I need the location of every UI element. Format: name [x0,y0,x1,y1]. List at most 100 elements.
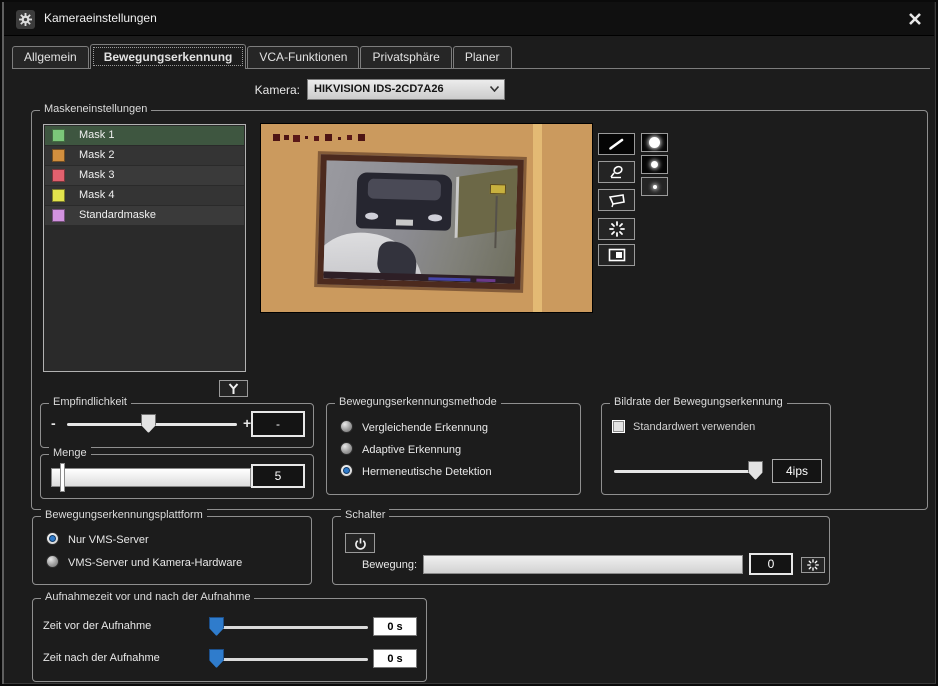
tab-bar: Allgemein Bewegungserkennung VCA-Funktio… [12,44,930,69]
detection-method-legend: Bewegungserkennungsmethode [335,396,501,408]
recording-time-group: Aufnahmezeit vor und nach der Aufnahme Z… [32,591,427,682]
refresh-button[interactable] [598,218,635,240]
sensitivity-value-box: - [251,411,305,437]
pen-icon [608,138,623,150]
post-recording-slider-thumb[interactable] [209,649,224,668]
camera-selected-value: HIKVISION IDS-2CD7A26 [314,83,444,95]
preview-license-plate [395,219,413,226]
close-icon[interactable] [906,10,924,28]
power-icon [354,537,366,550]
radio-adaptive-erkennung[interactable] [340,442,353,455]
refresh-icon [807,559,819,571]
tab-privatsphaere[interactable]: Privatsphäre [360,46,452,68]
polygon-button[interactable] [598,189,635,211]
title-bar: Kameraeinstellungen [4,2,934,36]
eraser-button[interactable] [598,161,635,183]
framerate-legend: Bildrate der Bewegungserkennung [610,396,787,408]
brush-size-small-button[interactable] [641,177,668,196]
chevron-down-icon [490,86,499,92]
mask-list-item[interactable]: Mask 3 [45,166,244,185]
brush-dot-large [649,137,660,148]
mask-clear-region[interactable] [317,154,524,290]
tab-allgemein[interactable]: Allgemein [12,46,89,68]
camera-label: Kamera: [254,83,300,97]
preview-headlight [365,212,379,221]
checkbox-label: Standardwert verwenden [633,421,756,433]
brush-dot-small [652,184,657,189]
framerate-slider-thumb[interactable] [748,461,763,480]
preview-overlay-mark [428,277,471,282]
sensitivity-group: Empfindlichkeit - + - [40,396,314,448]
preview-grass-patch [454,166,524,239]
switch-legend: Schalter [341,509,390,521]
radio-label: Adaptive Erkennung [362,444,462,456]
framerate-group: Bildrate der Bewegungserkennung Standard… [601,396,831,495]
platform-legend: Bewegungserkennungsplattform [41,509,207,521]
mask-list[interactable]: Mask 1 Mask 2 Mask 3 Mask 4 Standardmask… [43,124,246,372]
pre-recording-slider-track[interactable] [211,626,368,629]
draw-pen-button[interactable] [598,133,635,155]
mask-color-swatch [52,169,65,182]
mask-name: Mask 4 [79,189,115,201]
recording-time-legend: Aufnahmezeit vor und nach der Aufnahme [41,591,255,603]
wrench-icon [228,382,239,394]
radio-label: Hermeneutische Detektion [362,466,492,478]
radio-nur-vms-server[interactable] [46,532,59,545]
radio-hermeneutische-detektion[interactable] [340,464,353,477]
mask-color-swatch [52,189,65,202]
camera-preview[interactable] [260,123,593,313]
mask-name: Mask 2 [79,149,115,161]
tab-planer[interactable]: Planer [452,46,512,68]
mask-list-item[interactable]: Mask 4 [45,186,244,205]
radio-vergleichende-erkennung[interactable] [340,420,353,433]
eraser-icon [609,165,623,179]
preview-road-sign [489,183,506,195]
amount-slider-track[interactable] [51,468,251,487]
camera-select[interactable]: HIKVISION IDS-2CD7A26 [307,79,505,100]
preview-timestamp-overlay [273,134,280,141]
amount-slider-thumb[interactable] [60,463,65,492]
mask-name: Standardmaske [79,209,157,221]
mask-tools-button[interactable] [219,380,248,397]
dialog-window: Kameraeinstellungen Allgemein Bewegungse… [0,0,938,686]
sensitivity-minus-label: - [51,415,56,431]
framerate-slider-track[interactable] [614,470,762,473]
switch-group: Schalter Bewegung: 0 [332,509,830,585]
tab-vca-funktionen[interactable]: VCA-Funktionen [247,46,360,68]
polygon-icon [608,193,625,207]
sensitivity-plus-label: + [243,415,252,431]
pre-recording-slider-thumb[interactable] [209,617,224,636]
detection-method-group: Bewegungserkennungsmethode Vergleichende… [326,396,581,495]
power-toggle-button[interactable] [345,533,375,553]
pre-recording-label: Zeit vor der Aufnahme [43,620,152,632]
post-recording-label: Zeit nach der Aufnahme [43,652,160,664]
radio-label: VMS-Server und Kamera-Hardware [68,557,243,569]
brush-size-medium-button[interactable] [641,155,668,174]
preview-headlight [428,214,442,222]
mask-list-item[interactable]: Mask 2 [45,146,244,165]
amount-group: Menge 5 [40,447,314,499]
default-value-checkbox[interactable] [612,420,625,433]
mask-settings-legend: Maskeneinstellungen [40,103,152,115]
sensitivity-slider-thumb[interactable] [141,414,156,433]
post-recording-slider-track[interactable] [211,658,368,661]
sensitivity-legend: Empfindlichkeit [49,396,131,408]
tab-bewegungserkennung[interactable]: Bewegungserkennung [89,44,247,69]
motion-reset-button[interactable] [801,557,825,573]
pre-recording-value-box: 0 s [373,617,417,636]
motion-label: Bewegung: [361,559,417,571]
post-recording-value-box: 0 s [373,649,417,668]
mask-list-item[interactable]: Standardmaske [45,206,244,225]
mask-settings-group: Maskeneinstellungen Mask 1 Mask 2 Mask 3… [31,103,928,510]
radio-label: Vergleichende Erkennung [362,422,488,434]
mask-list-item[interactable]: Mask 1 [45,126,244,145]
radio-vms-und-kamera-hardware[interactable] [46,555,59,568]
fill-frame-icon [608,248,625,262]
refresh-icon [608,221,625,237]
fill-frame-button[interactable] [598,244,635,266]
mask-color-swatch [52,149,65,162]
preview-dark-car [355,171,453,232]
brush-size-large-button[interactable] [641,133,668,152]
brush-dot-medium [651,161,658,168]
mask-color-swatch [52,129,65,142]
